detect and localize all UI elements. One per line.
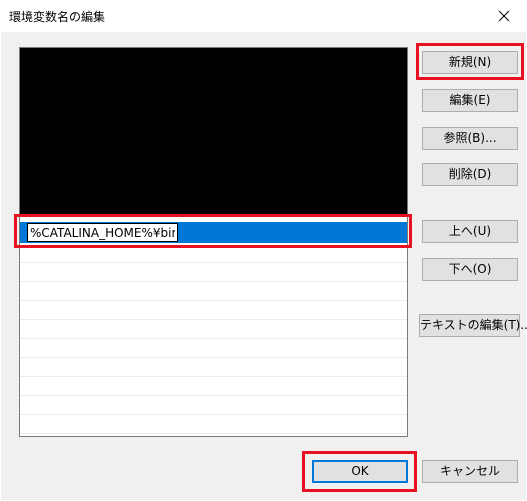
path-edit-input[interactable]	[27, 223, 178, 242]
move-up-button[interactable]: 上へ(U)	[422, 220, 518, 243]
list-item[interactable]	[20, 320, 407, 339]
delete-button[interactable]: 削除(D)	[422, 163, 518, 186]
path-list[interactable]	[19, 47, 408, 437]
close-icon	[498, 10, 510, 22]
list-item[interactable]	[20, 358, 407, 377]
list-item[interactable]	[20, 396, 407, 415]
edit-text-button[interactable]: テキストの編集(T)...	[419, 314, 527, 337]
edit-button[interactable]: 編集(E)	[422, 89, 518, 112]
selected-list-item[interactable]	[20, 222, 407, 243]
title-bar: 環境変数名の編集	[0, 0, 527, 32]
list-item[interactable]	[20, 244, 407, 263]
list-item[interactable]	[20, 339, 407, 358]
close-button[interactable]	[481, 0, 527, 32]
new-button[interactable]: 新規(N)	[422, 51, 518, 74]
masked-list-items	[20, 48, 407, 216]
ok-button[interactable]: OK	[312, 460, 408, 483]
list-item[interactable]	[20, 282, 407, 301]
list-item[interactable]	[20, 301, 407, 320]
browse-button[interactable]: 参照(B)...	[422, 127, 518, 150]
list-item[interactable]	[20, 263, 407, 282]
list-item[interactable]	[20, 377, 407, 396]
cancel-button[interactable]: キャンセル	[422, 460, 518, 483]
list-item[interactable]	[20, 415, 407, 434]
text-caret	[177, 225, 178, 240]
window-title: 環境変数名の編集	[9, 10, 106, 24]
move-down-button[interactable]: 下へ(O)	[422, 258, 518, 281]
